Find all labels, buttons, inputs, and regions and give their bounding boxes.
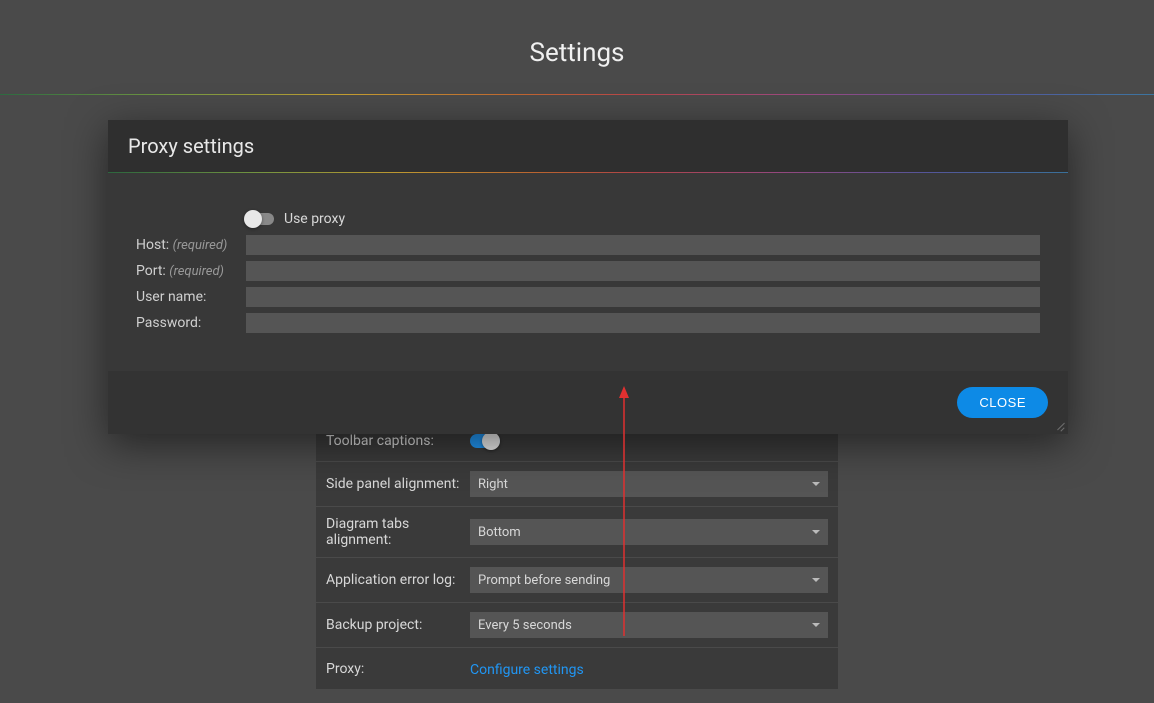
password-label: Password:: [136, 315, 246, 331]
username-row: User name:: [136, 285, 1040, 309]
proxy-settings-modal: Proxy settings Use proxy Host: (required…: [108, 120, 1068, 434]
password-input[interactable]: [246, 313, 1040, 333]
use-proxy-toggle[interactable]: [246, 213, 274, 225]
host-row: Host: (required): [136, 233, 1040, 257]
password-row: Password:: [136, 311, 1040, 335]
username-label: User name:: [136, 289, 246, 305]
port-input[interactable]: [246, 261, 1040, 281]
port-row: Port: (required): [136, 259, 1040, 283]
modal-overlay: Proxy settings Use proxy Host: (required…: [0, 0, 1154, 703]
use-proxy-row: Use proxy: [246, 211, 1040, 227]
modal-footer: CLOSE: [108, 371, 1068, 434]
modal-divider: [108, 172, 1068, 173]
port-label: Port: (required): [136, 263, 246, 279]
use-proxy-label: Use proxy: [284, 211, 345, 227]
host-label: Host: (required): [136, 237, 246, 253]
close-button[interactable]: CLOSE: [957, 387, 1048, 418]
host-input[interactable]: [246, 235, 1040, 255]
modal-title: Proxy settings: [108, 120, 1068, 172]
resize-handle-icon[interactable]: [1055, 421, 1065, 431]
username-input[interactable]: [246, 287, 1040, 307]
modal-body: Use proxy Host: (required) Port: (requir…: [108, 173, 1068, 371]
